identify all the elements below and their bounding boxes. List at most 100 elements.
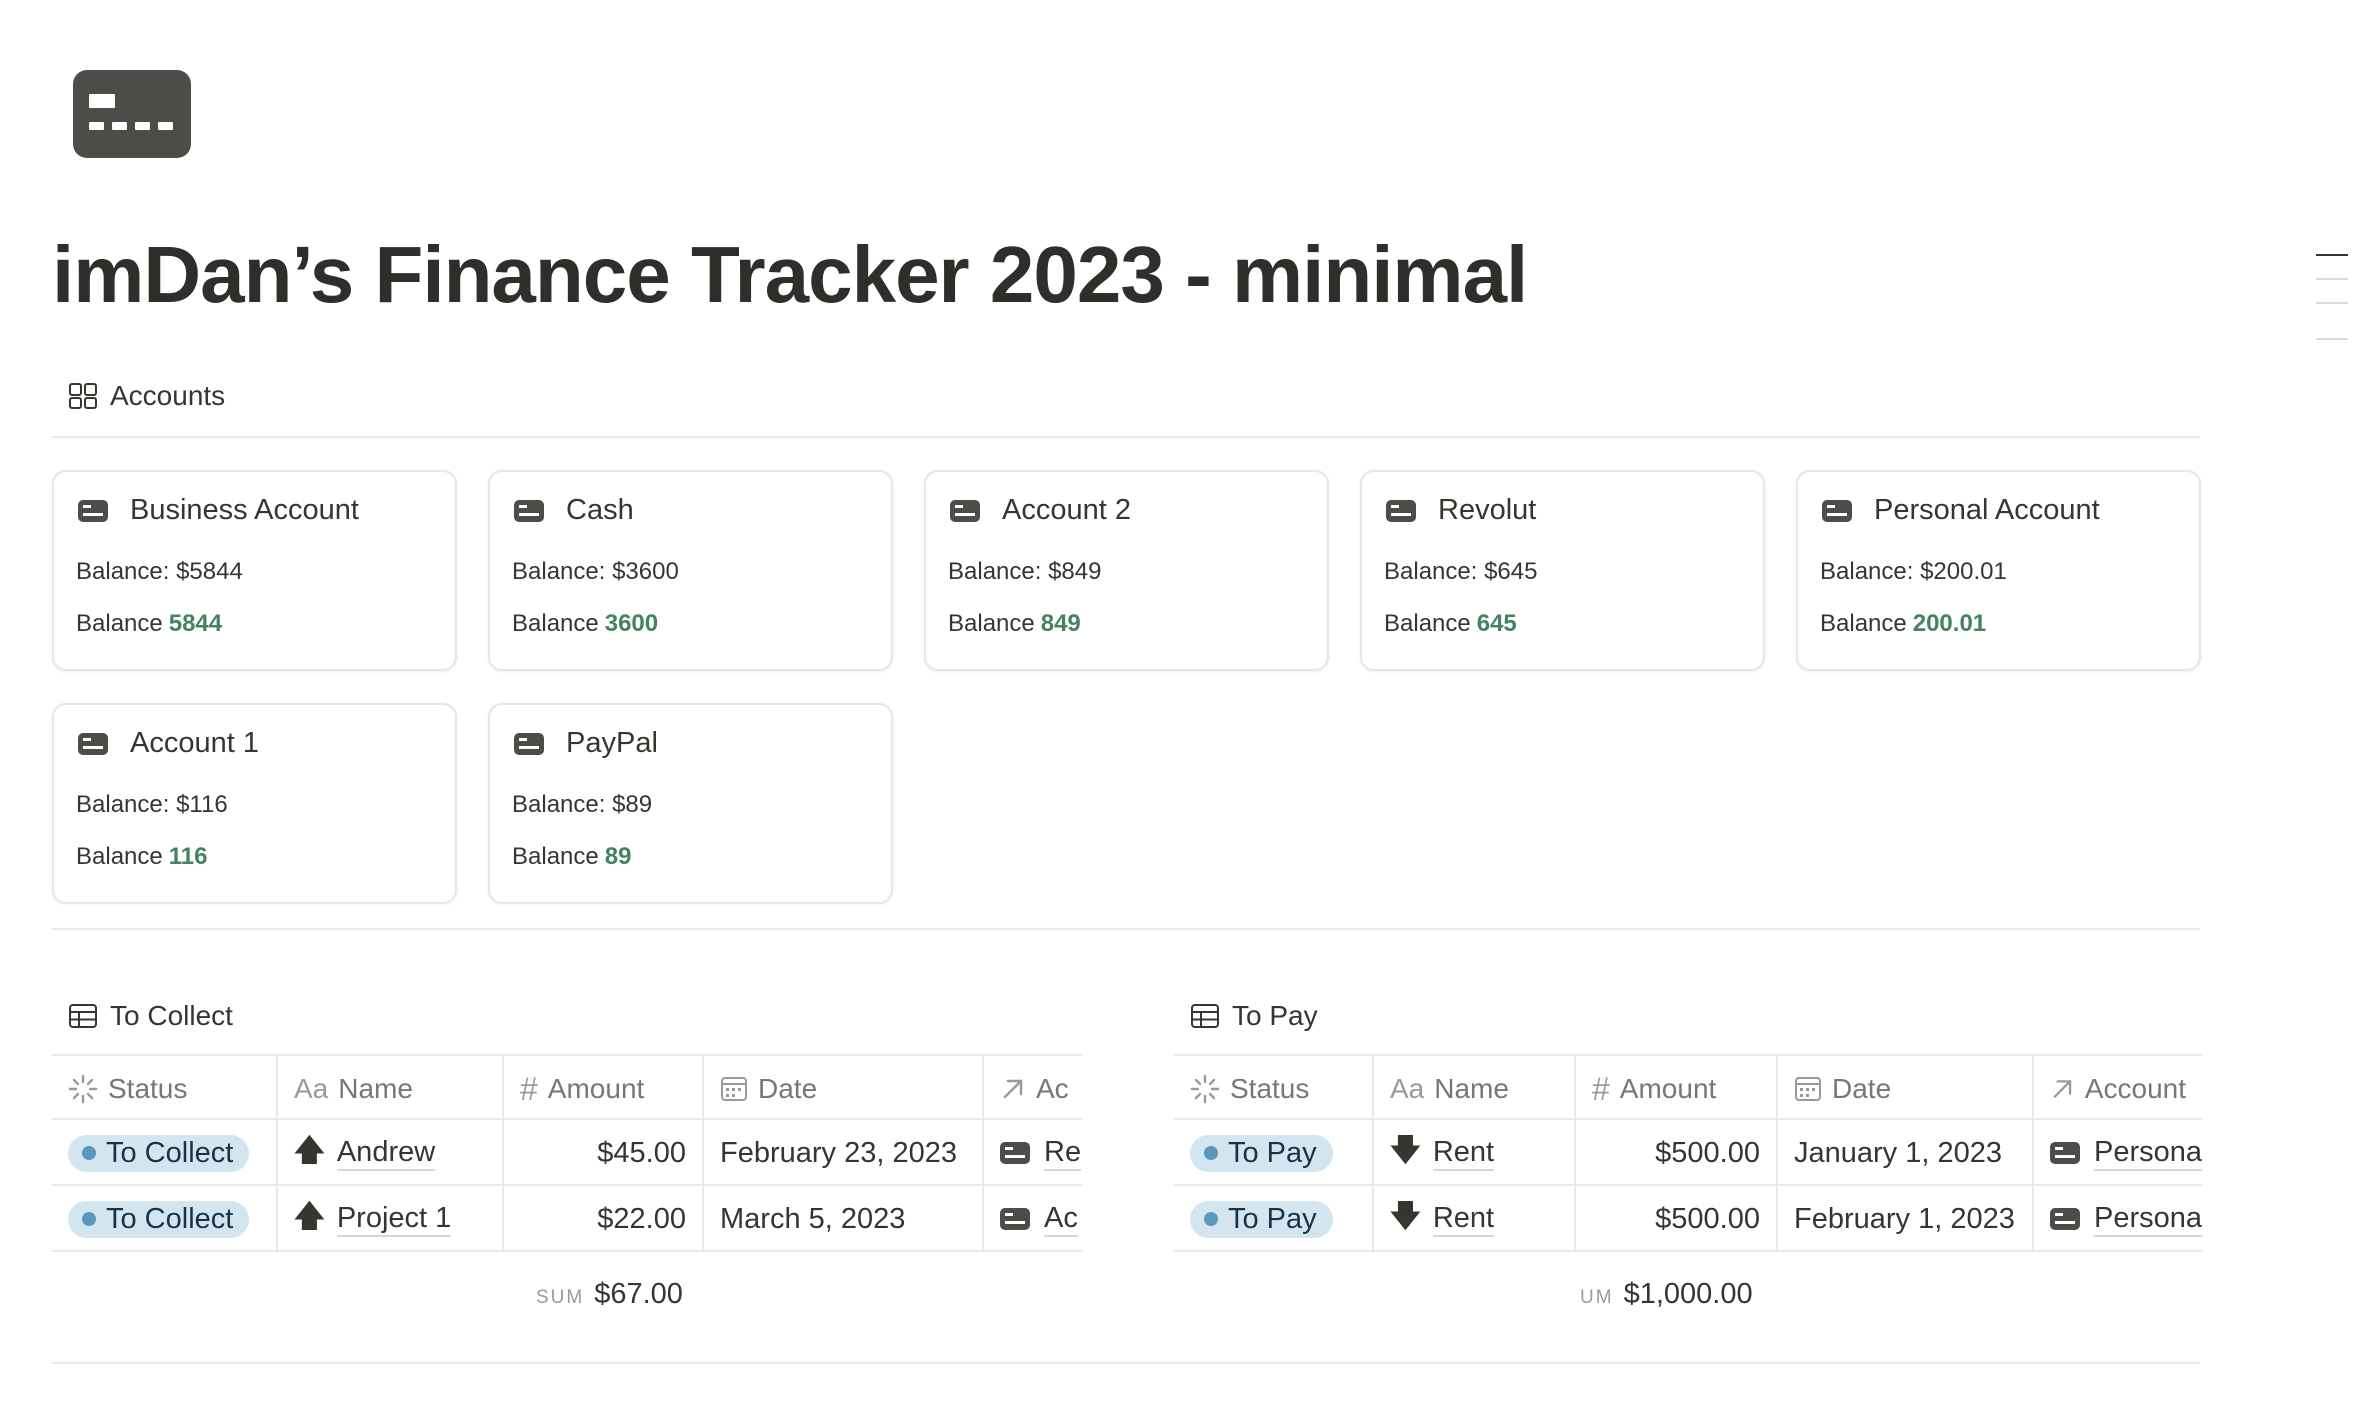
column-header-name[interactable]: Aa Name (278, 1056, 504, 1122)
column-header-account[interactable]: Ac (984, 1056, 1082, 1122)
date-cell[interactable]: January 1, 2023 (1778, 1120, 2034, 1186)
balance-text: Balance: $89 (512, 791, 653, 818)
name-cell[interactable]: 🡅 Project 1 (278, 1186, 504, 1252)
name-cell[interactable]: 🡇 Rent (1374, 1186, 1576, 1252)
row-name-link[interactable]: Andrew (336, 1135, 436, 1171)
account-card-name: PayPal (566, 727, 658, 759)
balance-property: Balance 200.01 (1820, 610, 1987, 637)
amount-cell[interactable]: $500.00 (1576, 1186, 1778, 1252)
amount-cell[interactable]: $22.00 (504, 1186, 704, 1252)
column-header-name[interactable]: Aa Name (1374, 1056, 1576, 1122)
column-header-status[interactable]: Status (52, 1056, 278, 1122)
status-cell[interactable]: To Pay (1174, 1120, 1374, 1186)
account-card-name: Personal Account (1874, 494, 2100, 526)
row-name-link[interactable]: Rent (1432, 1135, 1495, 1171)
to-collect-table: Status Aa Name # Amount Date Ac To Colle… (52, 1054, 1082, 1258)
credit-card-icon (78, 499, 108, 522)
column-header-date[interactable]: Date (704, 1056, 984, 1122)
account-relation-link[interactable]: Persona (2094, 1201, 2202, 1237)
calendar-icon (1795, 1077, 1821, 1101)
credit-card-icon (514, 732, 544, 755)
column-header-status[interactable]: Status (1174, 1056, 1374, 1122)
date-cell[interactable]: February 1, 2023 (1778, 1186, 2034, 1252)
account-cell[interactable]: Ac (984, 1186, 1082, 1252)
to-collect-sum[interactable]: SUM $67.00 (536, 1278, 683, 1311)
accounts-view-header[interactable]: Accounts (68, 380, 225, 412)
page-title[interactable]: imDan’s Finance Tracker 2023 - minimal (52, 220, 1528, 330)
status-badge: To Collect (68, 1134, 250, 1172)
hash-icon: # (520, 1070, 538, 1107)
balance-text: Balance: $645 (1384, 558, 1538, 585)
divider (52, 928, 2200, 930)
column-header-amount[interactable]: # Amount (1576, 1056, 1778, 1122)
date-cell[interactable]: February 23, 2023 (704, 1120, 984, 1186)
amount-cell[interactable]: $500.00 (1576, 1120, 1778, 1186)
date-cell[interactable]: March 5, 2023 (704, 1186, 984, 1252)
account-cell[interactable]: Persona (2034, 1186, 2202, 1252)
balance-text: Balance: $5844 (76, 558, 243, 585)
column-header-account[interactable]: Account (2034, 1056, 2202, 1122)
account-card-personal[interactable]: Personal Account Balance: $200.01 Balanc… (1796, 470, 2201, 671)
to-pay-table: Status Aa Name # Amount Date Account To … (1174, 1054, 2202, 1258)
hash-icon: # (1592, 1070, 1610, 1107)
account-card-revolut[interactable]: Revolut Balance: $645 Balance 645 (1360, 470, 1765, 671)
column-header-amount[interactable]: # Amount (504, 1056, 704, 1122)
amount-cell[interactable]: $45.00 (504, 1120, 704, 1186)
account-cell[interactable]: Persona (2034, 1120, 2202, 1186)
balance-text: Balance: $200.01 (1820, 558, 2007, 585)
name-cell[interactable]: 🡅 Andrew (278, 1120, 504, 1186)
table-icon (1191, 1004, 1219, 1028)
arrow-up-icon: 🡅 (294, 1199, 325, 1233)
gallery-icon (69, 383, 97, 409)
text-icon: Aa (294, 1073, 329, 1104)
account-card-cash[interactable]: Cash Balance: $3600 Balance 3600 (488, 470, 893, 671)
divider (52, 436, 2200, 438)
account-cell[interactable]: Re (984, 1120, 1082, 1186)
table-header-row: Status Aa Name # Amount Date Account (1174, 1054, 2202, 1122)
status-cell[interactable]: To Collect (52, 1186, 278, 1252)
account-card-account-1[interactable]: Account 1 Balance: $116 Balance 116 (52, 703, 457, 904)
account-relation-link[interactable]: Ac (1044, 1201, 1078, 1237)
credit-card-icon (2050, 1142, 2080, 1164)
credit-card-icon[interactable] (73, 70, 191, 158)
credit-card-icon (78, 732, 108, 755)
name-cell[interactable]: 🡇 Rent (1374, 1120, 1576, 1186)
status-icon (1190, 1074, 1220, 1104)
table-row[interactable]: To Pay 🡇 Rent $500.00 February 1, 2023 P… (1174, 1186, 2202, 1252)
status-icon (68, 1074, 98, 1104)
account-relation-link[interactable]: Persona (2094, 1135, 2202, 1171)
divider (52, 1362, 2200, 1364)
to-pay-view-header[interactable]: To Pay (1190, 1000, 1318, 1032)
table-icon (69, 1004, 97, 1028)
status-cell[interactable]: To Collect (52, 1120, 278, 1186)
table-row[interactable]: To Collect 🡅 Project 1 $22.00 March 5, 2… (52, 1186, 1082, 1252)
account-card-name: Account 2 (1002, 494, 1131, 526)
credit-card-icon (2050, 1208, 2080, 1230)
account-card-paypal[interactable]: PayPal Balance: $89 Balance 89 (488, 703, 893, 904)
account-relation-link[interactable]: Re (1044, 1135, 1082, 1171)
table-of-contents[interactable] (2316, 254, 2348, 344)
column-header-date[interactable]: Date (1778, 1056, 2034, 1122)
to-collect-view-title: To Collect (110, 1000, 233, 1031)
row-name-link[interactable]: Rent (1432, 1201, 1495, 1237)
to-pay-view-title: To Pay (1232, 1000, 1318, 1031)
status-badge: To Pay (1190, 1134, 1333, 1172)
arrow-down-icon: 🡇 (1390, 1133, 1421, 1167)
account-card-account-2[interactable]: Account 2 Balance: $849 Balance 849 (924, 470, 1329, 671)
row-name-link[interactable]: Project 1 (336, 1201, 452, 1237)
arrow-up-icon: 🡅 (294, 1133, 325, 1167)
to-pay-sum[interactable]: UM $1,000.00 (1580, 1278, 1753, 1311)
account-card-name: Revolut (1438, 494, 1537, 526)
credit-card-icon (1386, 499, 1416, 522)
credit-card-icon (1000, 1208, 1030, 1230)
account-card-business[interactable]: Business Account Balance: $5844 Balance 5… (52, 470, 457, 671)
account-card-name: Account 1 (130, 727, 259, 759)
balance-property: Balance 645 (1384, 610, 1517, 637)
table-row[interactable]: To Pay 🡇 Rent $500.00 January 1, 2023 Pe… (1174, 1120, 2202, 1186)
table-header-row: Status Aa Name # Amount Date Ac (52, 1054, 1082, 1122)
to-collect-view-header[interactable]: To Collect (68, 1000, 233, 1032)
balance-property: Balance 5844 (76, 610, 223, 637)
table-row[interactable]: To Collect 🡅 Andrew $45.00 February 23, … (52, 1120, 1082, 1186)
status-cell[interactable]: To Pay (1174, 1186, 1374, 1252)
credit-card-icon (514, 499, 544, 522)
